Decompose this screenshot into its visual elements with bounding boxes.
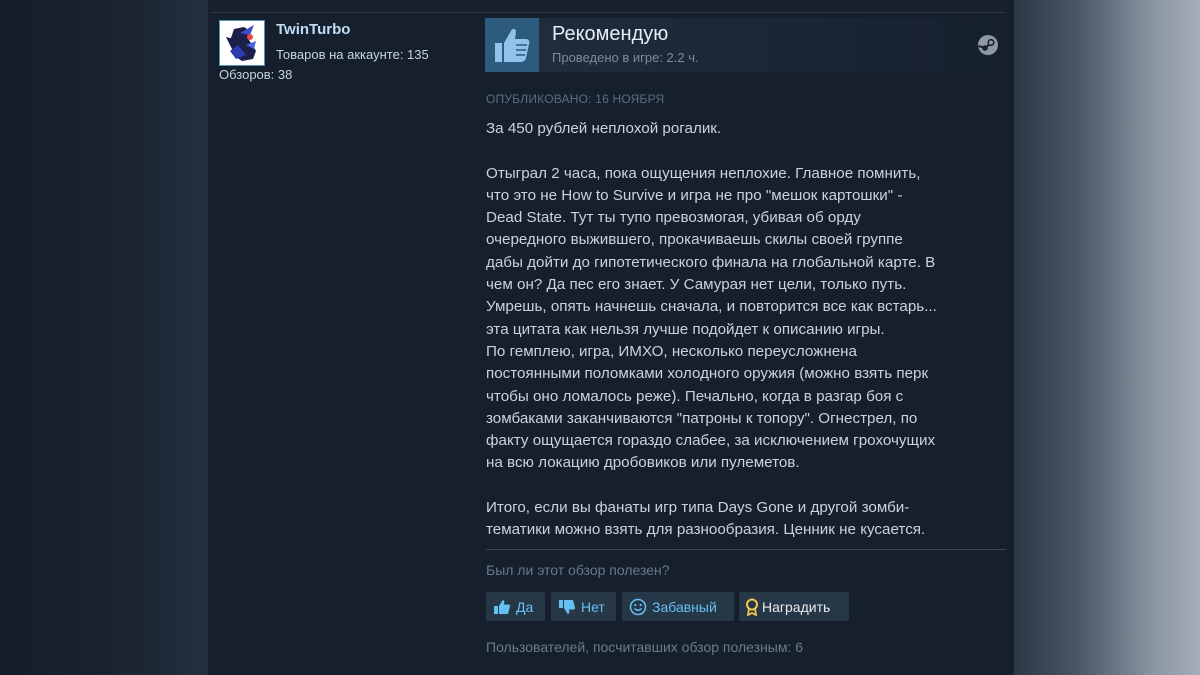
thumbs-up-icon <box>494 599 511 614</box>
award-ribbon-icon <box>746 598 758 616</box>
review-line: эта цитата как нельзя лучше подойдет к о… <box>486 320 885 338</box>
vote-yes-button[interactable]: Да <box>486 592 545 621</box>
background-right <box>1014 0 1200 675</box>
posted-date: ОПУБЛИКОВАНО: 16 НОЯБРЯ <box>486 92 665 106</box>
review-line: на всю локацию дробовиков или пулеметов. <box>486 454 800 472</box>
review-line: Dead State. Тут ты тупо превозмогая, уби… <box>486 209 861 227</box>
vote-funny-button[interactable]: Забавный <box>622 592 734 621</box>
review-line: чем он? Да пес его знает. У Самурая нет … <box>486 276 907 294</box>
smiley-icon <box>629 598 647 615</box>
avatar-image <box>220 21 264 65</box>
vote-yes-label: Да <box>516 598 534 615</box>
review-line: что это не How to Survive и игра не про … <box>486 186 903 204</box>
recommendation-title[interactable]: Рекомендую <box>552 23 668 46</box>
vote-no-button[interactable]: Нет <box>551 592 616 621</box>
review-line: За 450 рублей неплохой рогалик. <box>486 120 722 137</box>
author-products-count[interactable]: Товаров на аккаунте: 135 <box>276 47 429 62</box>
thumbs-down-icon <box>559 599 576 614</box>
review-line: дабы дойти до гипотетического финала на … <box>486 253 936 271</box>
steam-icon[interactable] <box>977 34 999 56</box>
thumbs-up-badge <box>485 18 539 72</box>
panel-top-divider <box>210 12 1006 13</box>
background-left <box>0 0 208 675</box>
vote-funny-label: Забавный <box>652 598 717 615</box>
review-divider <box>486 549 1006 550</box>
thumbs-up-icon <box>495 28 530 62</box>
review-body: За 450 рублей неплохой рогалик. Отыграл … <box>486 118 1006 542</box>
playtime-text: Проведено в игре: 2.2 ч. <box>552 50 699 65</box>
author-avatar[interactable] <box>219 20 265 66</box>
helpful-count: Пользователей, посчитавших обзор полезны… <box>486 639 804 655</box>
review-line: Отыграл 2 часа, пока ощущения неплохие. … <box>486 164 921 182</box>
review-line: очередного выжившего, прокачиваешь скилы… <box>486 231 903 249</box>
vote-no-label: Нет <box>581 598 605 615</box>
award-label: Наградить <box>762 598 831 615</box>
review-line: чтобы оно ломалось реже). Печально, когд… <box>486 387 904 405</box>
review-line: По гемплею, игра, ИМХО, несколько переус… <box>486 342 857 360</box>
author-reviews-count[interactable]: Обзоров: 38 <box>219 67 292 82</box>
review-line: постоянными поломками холодного оружия (… <box>486 365 929 383</box>
review-line: Итого, если вы фанаты игр типа Days Gone… <box>486 499 910 517</box>
award-button[interactable]: Наградить <box>739 592 849 621</box>
author-name[interactable]: TwinTurbo <box>276 21 350 38</box>
helpful-question: Был ли этот обзор полезен? <box>486 562 670 578</box>
review-line: факту ощущается гораздо слабее, за исклю… <box>486 432 936 450</box>
review-line: Умрешь, опять начнешь сначала, и повтори… <box>486 298 937 316</box>
review-line: тематики можно взять для разнообразия. Ц… <box>486 521 926 539</box>
review-line: зомбаками заканчиваются "патроны к топор… <box>486 409 918 427</box>
